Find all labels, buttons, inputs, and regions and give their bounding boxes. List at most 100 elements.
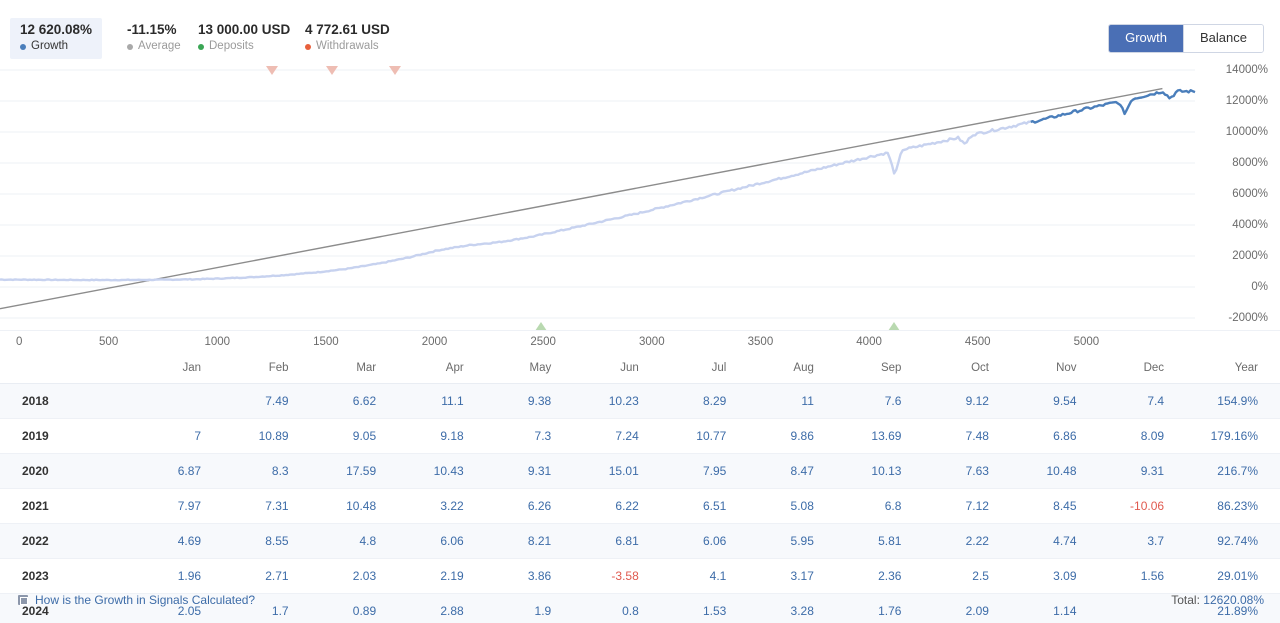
growth-page: 12 620.08% Growth -11.15% Average 13 000… xyxy=(0,0,1280,623)
average-legend-dot xyxy=(127,43,133,50)
cell-sep: 6.8 xyxy=(835,488,924,524)
y-tick-label: -2000% xyxy=(1228,312,1268,324)
table-header-nov: Nov xyxy=(1010,356,1099,384)
stat-withdrawals-label-row: Withdrawals xyxy=(305,39,390,54)
cell-dec: 9.31 xyxy=(1098,453,1187,489)
cell-jan: 6.87 xyxy=(135,453,224,489)
cell-sep: 5.81 xyxy=(835,523,924,559)
cell-mar: 4.8 xyxy=(310,523,399,559)
cell-mar: 10.48 xyxy=(310,488,399,524)
cell-jan: 7.97 xyxy=(135,488,224,524)
cell-year-total: 92.74% xyxy=(1186,523,1280,559)
x-tick-label: 4500 xyxy=(964,336,991,348)
cell-apr: 10.43 xyxy=(398,453,486,489)
row-year-label: 2021 xyxy=(0,488,136,524)
cell-may: 8.21 xyxy=(485,523,574,559)
x-tick-label: 500 xyxy=(99,336,119,348)
info-icon xyxy=(18,595,28,605)
cell-oct: 2.22 xyxy=(923,523,1011,559)
cell-oct: 7.12 xyxy=(923,488,1011,524)
cell-may: 9.38 xyxy=(485,383,574,419)
grand-total-label: Total: xyxy=(1171,593,1200,607)
cell-jul: 8.29 xyxy=(660,383,749,419)
table-header-year xyxy=(0,356,136,384)
cell-jun: 15.01 xyxy=(573,453,661,489)
table-header-oct: Oct xyxy=(923,356,1011,384)
table-header-row: Jan Feb Mar Apr May Jun Jul Aug Sep Oct Nov Dec Year xyxy=(0,356,1280,384)
deposits-legend-dot xyxy=(198,43,204,50)
table-header-jul: Jul xyxy=(660,356,749,384)
cell-dec: 3.7 xyxy=(1098,523,1187,559)
stat-average-label-row: Average xyxy=(127,39,181,54)
cell-year-total: 86.23% xyxy=(1186,488,1280,524)
cell-jun: 6.81 xyxy=(573,523,661,559)
cell-may: 7.3 xyxy=(485,418,574,454)
tab-growth[interactable]: Growth xyxy=(1109,25,1184,52)
row-year-label: 2020 xyxy=(0,453,136,489)
cell-feb: 8.55 xyxy=(223,523,311,559)
table-header-sep: Sep xyxy=(835,356,924,384)
cell-aug: 11 xyxy=(748,383,836,419)
stat-average-label: Average xyxy=(138,40,181,52)
cell-jan: 7 xyxy=(135,418,224,454)
row-year-label: 2022 xyxy=(0,523,136,559)
grand-total: Total: 12620.08% xyxy=(1171,593,1264,607)
stat-withdrawals-value: 4 772.61 USD xyxy=(305,22,390,37)
cell-year-total: 179.16% xyxy=(1186,418,1280,454)
cell-jun: 6.22 xyxy=(573,488,661,524)
tab-balance[interactable]: Balance xyxy=(1183,25,1263,52)
cell-year-total: 154.9% xyxy=(1186,383,1280,419)
y-tick-label: 6000% xyxy=(1232,188,1268,200)
cell-nov: 6.86 xyxy=(1010,418,1099,454)
cell-jul: 10.77 xyxy=(660,418,749,454)
monthly-growth-table: Jan Feb Mar Apr May Jun Jul Aug Sep Oct Nov Dec Year… xyxy=(0,356,1280,623)
cell-jul: 6.51 xyxy=(660,488,749,524)
cell-nov: 9.54 xyxy=(1010,383,1099,419)
stat-withdrawals[interactable]: 4 772.61 USD Withdrawals xyxy=(295,18,400,59)
growth-help-link[interactable]: How is the Growth in Signals Calculated? xyxy=(35,593,255,607)
cell-aug: 9.86 xyxy=(748,418,836,454)
table-row: 2022 4.69 8.55 4.8 6.06 8.21 6.81 6.06 5.95 5.81 2… xyxy=(0,523,1280,559)
x-axis-labels: 0 500 1000 1500 2000 2500 3000 3500 4000 4500 5000 xyxy=(0,330,1280,356)
row-year-label: 2019 xyxy=(0,418,136,454)
y-tick-label: 0% xyxy=(1251,281,1268,293)
stat-deposits-value: 13 000.00 USD xyxy=(198,22,291,37)
cell-may: 9.31 xyxy=(485,453,574,489)
cell-mar: 6.62 xyxy=(310,383,399,419)
cell-oct: 9.12 xyxy=(923,383,1011,419)
cell-jan xyxy=(135,383,224,419)
stat-growth[interactable]: 12 620.08% Growth xyxy=(10,18,103,59)
table-footer: How is the Growth in Signals Calculated?… xyxy=(0,588,1280,618)
table-header-may: May xyxy=(485,356,574,384)
cell-oct: 7.48 xyxy=(923,418,1011,454)
x-tick-label: 3000 xyxy=(639,336,665,348)
stat-deposits[interactable]: 13 000.00 USD Deposits xyxy=(188,18,300,59)
y-tick-label: 8000% xyxy=(1232,157,1268,169)
withdrawals-legend-dot xyxy=(305,43,311,50)
x-tick-label: 0 xyxy=(16,336,23,348)
cell-feb: 10.89 xyxy=(223,418,311,454)
cell-apr: 6.06 xyxy=(398,523,486,559)
stat-growth-label: Growth xyxy=(31,40,69,52)
x-tick-label: 1000 xyxy=(204,336,231,348)
cell-mar: 17.59 xyxy=(310,453,399,489)
table-row: 2018 7.49 6.62 11.1 9.38 10.23 8.29 11 7.6 9.12 9.… xyxy=(0,383,1280,419)
stat-average-value: -11.15% xyxy=(127,22,177,37)
x-tick-label: 2000 xyxy=(421,336,448,348)
chart-canvas xyxy=(0,66,1196,330)
table-header-dec: Dec xyxy=(1098,356,1187,384)
deposits-marker-icon xyxy=(535,322,547,330)
help-link-wrap: How is the Growth in Signals Calculated? xyxy=(18,593,255,607)
chart-mode-toggle[interactable]: Growth Balance xyxy=(1108,24,1264,53)
stat-withdrawals-label: Withdrawals xyxy=(316,40,379,52)
cell-aug: 5.95 xyxy=(748,523,836,559)
stat-average[interactable]: -11.15% Average xyxy=(117,18,191,59)
growth-chart[interactable]: 14000% 12000% 10000% 8000% 6000% 4000% 2000% 0%… xyxy=(0,58,1280,330)
cell-jul: 6.06 xyxy=(660,523,749,559)
cell-nov: 10.48 xyxy=(1010,453,1099,489)
cell-aug: 8.47 xyxy=(748,453,836,489)
cell-jun: 10.23 xyxy=(573,383,661,419)
stat-growth-value: 12 620.08% xyxy=(20,22,93,37)
cell-apr: 11.1 xyxy=(398,383,486,419)
cell-year-total: 216.7% xyxy=(1186,453,1280,489)
